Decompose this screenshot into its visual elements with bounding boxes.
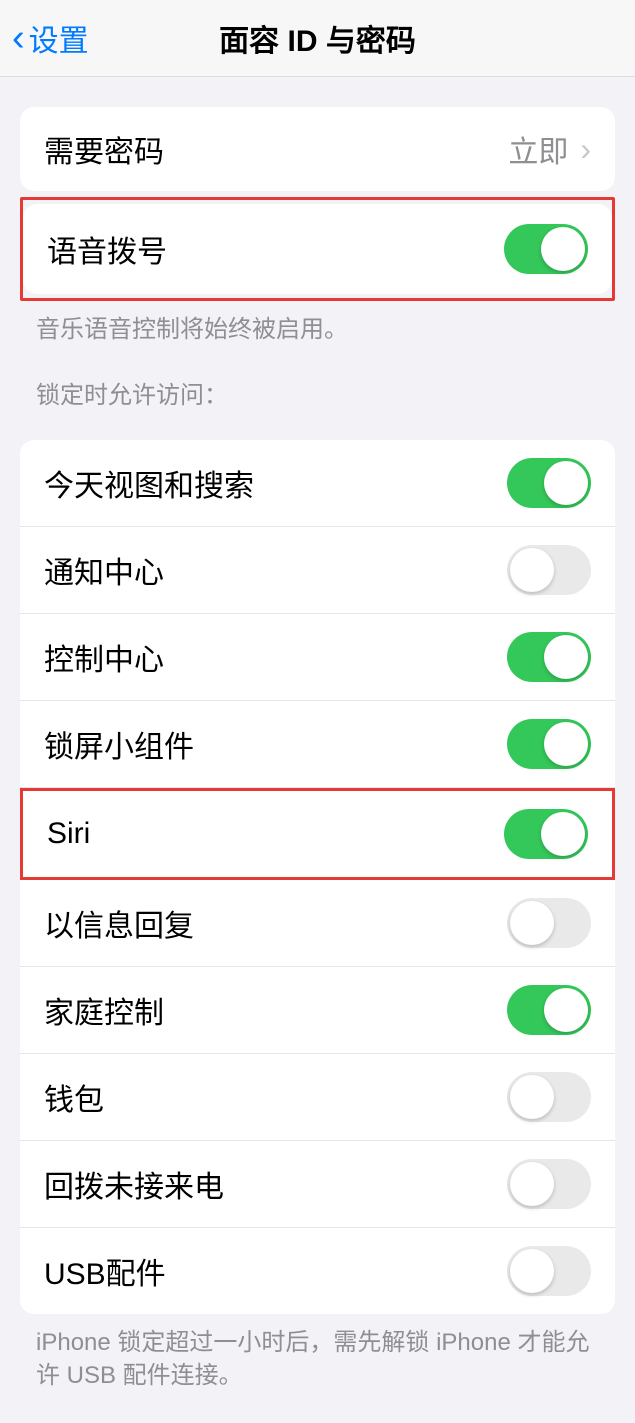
lockscreen-item-row: 通知中心 xyxy=(20,527,615,614)
back-button[interactable]: ‹ 设置 xyxy=(0,16,89,60)
require-passcode-value: 立即 xyxy=(508,127,568,171)
lockscreen-item-toggle[interactable] xyxy=(504,809,588,859)
lockscreen-item-toggle[interactable] xyxy=(507,719,591,769)
chevron-right-icon: › xyxy=(580,131,591,168)
lockscreen-section-header: 锁定时允许访问： xyxy=(36,375,599,410)
voice-dial-row: 语音拨号 xyxy=(23,204,612,294)
back-label: 设置 xyxy=(29,16,89,60)
require-passcode-label: 需要密码 xyxy=(44,127,164,171)
lockscreen-item-label: 控制中心 xyxy=(44,635,164,679)
toggle-knob xyxy=(510,548,554,592)
toggle-knob xyxy=(510,901,554,945)
lockscreen-item-row: 锁屏小组件 xyxy=(20,701,615,788)
lockscreen-item-row: USB配件 xyxy=(20,1228,615,1314)
lockscreen-item-label: 以信息回复 xyxy=(44,901,194,945)
settings-content: 需要密码 立即 › 语音拨号 音乐语音控制将始终被启用。 锁定时允许访问： 今天… xyxy=(0,107,635,1423)
toggle-knob xyxy=(541,227,585,271)
lockscreen-item-row: 家庭控制 xyxy=(20,967,615,1054)
lockscreen-access-group: 今天视图和搜索通知中心控制中心锁屏小组件 Siri 以信息回复家庭控制钱包回拨未接来… xyxy=(20,440,615,1314)
lockscreen-item-row: 回拨未接来电 xyxy=(20,1141,615,1228)
lockscreen-item-row: 以信息回复 xyxy=(20,880,615,967)
require-passcode-group: 需要密码 立即 › xyxy=(20,107,615,191)
lockscreen-item-label: 今天视图和搜索 xyxy=(44,461,254,505)
voice-dial-toggle[interactable] xyxy=(504,224,588,274)
lockscreen-item-label: 钱包 xyxy=(44,1075,104,1119)
lockscreen-item-row: 今天视图和搜索 xyxy=(20,440,615,527)
require-passcode-row[interactable]: 需要密码 立即 › xyxy=(20,107,615,191)
lockscreen-item-toggle[interactable] xyxy=(507,898,591,948)
voice-dial-group: 语音拨号 xyxy=(23,204,612,294)
toggle-knob xyxy=(544,722,588,766)
voice-dial-label: 语音拨号 xyxy=(47,227,167,271)
lockscreen-item-toggle[interactable] xyxy=(507,1246,591,1296)
lockscreen-item-label: USB配件 xyxy=(44,1249,166,1293)
voice-dial-highlight: 语音拨号 xyxy=(20,197,615,301)
toggle-knob xyxy=(544,988,588,1032)
row-right: 立即 › xyxy=(508,127,591,171)
toggle-knob xyxy=(544,461,588,505)
lockscreen-item-row: 控制中心 xyxy=(20,614,615,701)
toggle-knob xyxy=(510,1162,554,1206)
lockscreen-item-label: 锁屏小组件 xyxy=(44,722,194,766)
lockscreen-item-toggle[interactable] xyxy=(507,985,591,1035)
lockscreen-item-toggle[interactable] xyxy=(507,1159,591,1209)
lockscreen-item-row: Siri xyxy=(20,788,615,880)
voice-dial-footer: 音乐语音控制将始终被启用。 xyxy=(36,313,599,347)
page-title: 面容 ID 与密码 xyxy=(219,16,416,60)
toggle-knob xyxy=(510,1075,554,1119)
lockscreen-item-toggle[interactable] xyxy=(507,632,591,682)
lockscreen-item-label: Siri xyxy=(47,817,90,851)
lockscreen-item-toggle[interactable] xyxy=(507,458,591,508)
toggle-knob xyxy=(510,1249,554,1293)
toggle-knob xyxy=(541,812,585,856)
lockscreen-item-label: 通知中心 xyxy=(44,548,164,592)
lockscreen-item-row: 钱包 xyxy=(20,1054,615,1141)
toggle-knob xyxy=(544,635,588,679)
lockscreen-item-toggle[interactable] xyxy=(507,545,591,595)
lockscreen-item-label: 家庭控制 xyxy=(44,988,164,1032)
lockscreen-footer: iPhone 锁定超过一小时后，需先解锁 iPhone 才能允许 USB 配件连… xyxy=(36,1326,599,1393)
navigation-header: ‹ 设置 面容 ID 与密码 xyxy=(0,0,635,77)
chevron-left-icon: ‹ xyxy=(12,19,25,57)
lockscreen-item-toggle[interactable] xyxy=(507,1072,591,1122)
lockscreen-item-label: 回拨未接来电 xyxy=(44,1162,224,1206)
